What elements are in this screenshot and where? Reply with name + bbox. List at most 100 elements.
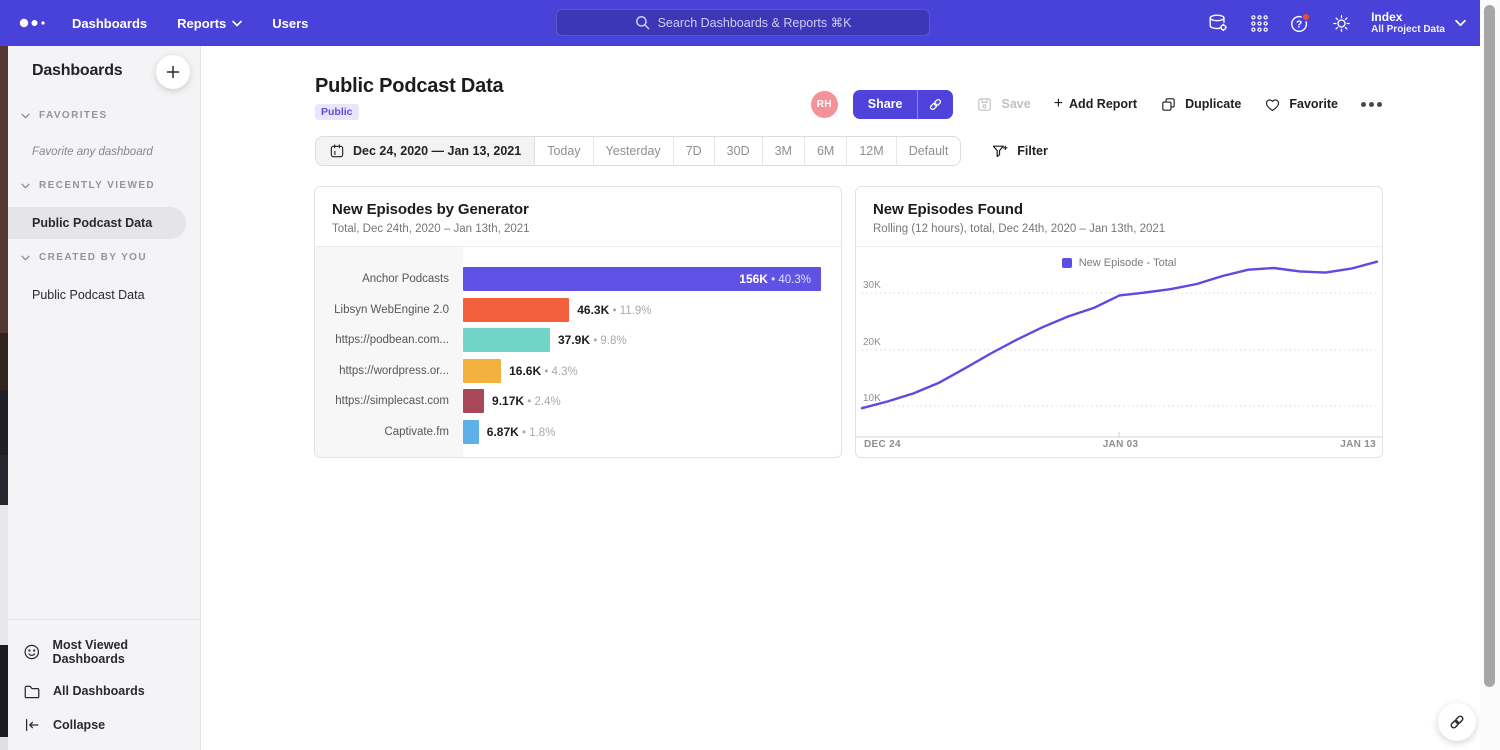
date-preset-default[interactable]: Default [897, 137, 961, 165]
bar-track: 46.3K • 11.9% [463, 298, 821, 322]
add-report-button[interactable]: + Add Report [1054, 95, 1137, 113]
date-preset-30d[interactable]: 30D [715, 137, 763, 165]
link-icon [1447, 712, 1467, 732]
sidebar-section-created-by-you[interactable]: CREATED BY YOU [8, 252, 200, 263]
smiley-icon [23, 643, 41, 661]
plus-icon: + [1054, 95, 1063, 113]
project-switcher[interactable]: Index All Project Data [1371, 10, 1466, 36]
date-preset-12m[interactable]: 12M [847, 137, 896, 165]
bar-value-label: 37.9K • 9.8% [558, 333, 627, 347]
more-menu-button[interactable] [1361, 102, 1382, 107]
share-link-segment[interactable] [917, 90, 953, 119]
date-range-button[interactable]: Dec 24, 2020 — Jan 13, 2021 [316, 137, 535, 165]
page-scrollbar-thumb[interactable] [1484, 5, 1495, 687]
x-tick-label: JAN 13 [1340, 439, 1376, 450]
bar-value-label: 9.17K • 2.4% [492, 394, 561, 408]
chevron-down-icon [232, 20, 242, 27]
nav-item-reports[interactable]: Reports [177, 16, 242, 31]
section-label: CREATED BY YOU [39, 252, 147, 263]
date-preset-yesterday[interactable]: Yesterday [594, 137, 674, 165]
sidebar-section-favorites[interactable]: FAVORITES [8, 110, 200, 121]
add-report-label: Add Report [1069, 97, 1137, 111]
save-button[interactable]: Save [976, 96, 1030, 113]
page-scrollbar-track[interactable] [1480, 0, 1500, 750]
sidebar-item-public-podcast-data-created[interactable]: Public Podcast Data [8, 279, 186, 311]
logo-dots-icon[interactable] [18, 13, 52, 33]
report-card-new-episodes-by-generator[interactable]: New Episodes by Generator Total, Dec 24t… [314, 186, 842, 458]
gear-icon[interactable] [1330, 12, 1352, 34]
sidebar-item-public-podcast-data[interactable]: Public Podcast Data [8, 207, 186, 239]
card-subtitle: Rolling (12 hours), total, Dec 24th, 202… [873, 223, 1365, 235]
save-button-label: Save [1001, 97, 1030, 111]
nav-item-label: Users [272, 16, 308, 31]
bar-row: https://wordpress.or...16.6K • 4.3% [315, 356, 841, 387]
more-dot-icon [1361, 102, 1366, 107]
card-title: New Episodes by Generator [332, 201, 824, 218]
plus-icon [166, 65, 180, 79]
project-subtitle: All Project Data [1371, 24, 1445, 36]
collapse-sidebar-button[interactable]: Collapse [8, 708, 200, 742]
date-toolbar: Dec 24, 2020 — Jan 13, 2021 TodayYesterd… [315, 136, 1048, 166]
all-dashboards-button[interactable]: All Dashboards [8, 674, 200, 708]
bar-row: https://podbean.com...37.9K • 9.8% [315, 325, 841, 356]
date-preset-today[interactable]: Today [535, 137, 593, 165]
bar-category-label: Anchor Podcasts [315, 273, 463, 285]
section-label: RECENTLY VIEWED [39, 180, 155, 191]
filter-button[interactable]: Filter [991, 143, 1048, 160]
date-preset-3m[interactable]: 3M [763, 137, 805, 165]
favorite-button[interactable]: Favorite [1264, 96, 1338, 113]
avatar[interactable]: RH [811, 91, 838, 118]
navbar-right: ? Index All Project Data [1207, 0, 1466, 46]
sidebar-item-label: Public Podcast Data [32, 216, 152, 230]
sidebar-title: Dashboards [32, 62, 122, 80]
duplicate-label: Duplicate [1185, 97, 1241, 111]
bar: 156K • 40.3% [463, 267, 821, 291]
collapse-icon [23, 716, 41, 734]
favorite-label: Favorite [1289, 97, 1338, 111]
duplicate-button[interactable]: Duplicate [1160, 96, 1241, 113]
chevron-down-icon [21, 183, 30, 189]
nav-menu: Dashboards Reports Users [72, 16, 308, 31]
date-preset-7d[interactable]: 7D [674, 137, 715, 165]
bar [463, 420, 479, 444]
nav-item-users[interactable]: Users [272, 16, 308, 31]
filter-label: Filter [1017, 144, 1048, 158]
bar-category-label: Captivate.fm [315, 426, 463, 438]
share-button-label: Share [853, 90, 918, 119]
project-name: Index [1371, 10, 1445, 24]
line-series [862, 262, 1377, 409]
copy-link-floating-button[interactable] [1438, 703, 1476, 741]
bar-track: 6.87K • 1.8% [463, 420, 821, 444]
share-button[interactable]: Share [853, 90, 954, 119]
card-header: New Episodes by Generator Total, Dec 24t… [315, 187, 841, 245]
bar-row: https://simplecast.com 9.17K • 2.4% [315, 386, 841, 417]
search-input[interactable]: Search Dashboards & Reports ⌘K [556, 9, 930, 36]
datasource-icon[interactable] [1207, 12, 1229, 34]
bar-category-label: https://simplecast.com [315, 395, 463, 407]
help-icon[interactable]: ? [1289, 12, 1311, 34]
sidebar-section-recently-viewed[interactable]: RECENTLY VIEWED [8, 180, 200, 191]
bar-track: 37.9K • 9.8% [463, 328, 821, 352]
bar-row: Anchor Podcasts156K • 40.3% [315, 264, 841, 295]
most-viewed-dashboards-button[interactable]: Most Viewed Dashboards [8, 630, 200, 674]
nav-item-dashboards[interactable]: Dashboards [72, 16, 147, 31]
heart-icon [1264, 96, 1281, 113]
folder-icon [23, 682, 41, 700]
svg-text:10K: 10K [863, 393, 881, 404]
bar-rows: Anchor Podcasts156K • 40.3%Libsyn WebEng… [315, 247, 841, 447]
nav-item-label: Dashboards [72, 16, 147, 31]
x-axis-labels: DEC 24 JAN 03 JAN 13 [864, 439, 1376, 450]
bar-track: 9.17K • 2.4% [463, 389, 821, 413]
bar-track: 156K • 40.3% [463, 267, 821, 291]
footer-item-label: All Dashboards [53, 684, 145, 698]
new-dashboard-button[interactable] [156, 55, 190, 89]
sidebar: Dashboards FAVORITES Favorite any dashbo… [8, 46, 201, 750]
main-content: Public Podcast Data Public RH Share Save [202, 46, 1480, 750]
bar-row: Captivate.fm6.87K • 1.8% [315, 417, 841, 448]
duplicate-icon [1160, 96, 1177, 113]
line-chart-plot: 30K 20K 10K [856, 247, 1382, 439]
date-preset-6m[interactable]: 6M [805, 137, 847, 165]
more-dot-icon [1377, 102, 1382, 107]
apps-grid-icon[interactable] [1248, 12, 1270, 34]
report-card-new-episodes-found[interactable]: New Episodes Found Rolling (12 hours), t… [855, 186, 1383, 458]
